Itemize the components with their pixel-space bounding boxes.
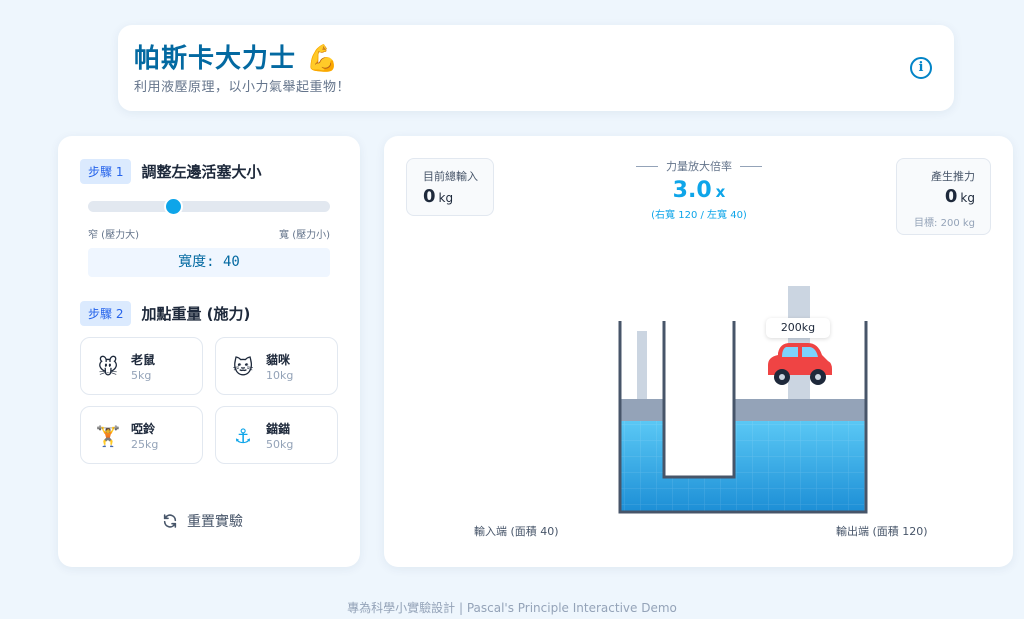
piston-width-slider[interactable]	[88, 199, 330, 214]
weight-mass: 25kg	[131, 438, 159, 451]
reset-button[interactable]: 重置實驗	[162, 511, 243, 531]
simulation-panel: 目前總輸入 0 kg 力量放大倍率 3.0 x (右寬 120 / 左寬 40) 產…	[384, 136, 1013, 567]
step1-title: 調整左邊活塞大小	[141, 163, 262, 181]
cat-icon: 🐱	[232, 355, 254, 379]
car-icon	[768, 343, 832, 385]
weight-name: 錨錨	[266, 422, 291, 436]
output-piston	[735, 399, 865, 421]
slider-min-label: 窄 (壓力大)	[88, 230, 139, 241]
mouse-icon: 🐭	[97, 355, 119, 379]
header-card: 帕斯卡大力士 💪 利用液壓原理，以小力氣舉起重物！ i	[118, 25, 954, 111]
footer: 專為科學小實驗設計 | Pascal's Principle Interacti…	[347, 601, 677, 615]
add-mouse-button[interactable]: 🐭 老鼠 5kg	[80, 337, 203, 395]
slider-max-label: 寬 (壓力小)	[279, 230, 330, 241]
car-weight-label: 200kg	[766, 318, 830, 338]
reset-label: 重置實驗	[187, 514, 243, 530]
page-subtitle: 利用液壓原理，以小力氣舉起重物！	[134, 80, 351, 95]
add-dumbbell-button[interactable]: 🏋️ 啞鈴 25kg	[80, 406, 203, 464]
anchor-icon: ⚓	[234, 424, 252, 448]
weight-name: 貓咪	[266, 353, 291, 367]
step2-header: 步驟 2 加點重量 (施力)	[80, 301, 250, 326]
input-tank-label: 輸入端 (面積 40)	[474, 525, 559, 538]
refresh-icon	[163, 514, 177, 528]
add-cat-button[interactable]: 🐱 貓咪 10kg	[215, 337, 338, 395]
add-anchor-button[interactable]: ⚓ 錨錨 50kg	[215, 406, 338, 464]
input-piston	[621, 399, 663, 421]
info-circle-icon[interactable]: i	[910, 57, 932, 79]
output-tank-label: 輸出端 (面積 120)	[836, 525, 928, 538]
weight-mass: 50kg	[266, 438, 294, 451]
slider-thumb[interactable]	[165, 199, 181, 214]
width-display: 寬度: 40	[88, 248, 330, 277]
step1-badge: 步驟 1	[80, 159, 132, 184]
weight-mass: 10kg	[266, 369, 294, 382]
control-panel: 步驟 1 調整左邊活塞大小 窄 (壓力大) 寬 (壓力小) 寬度: 40 步驟 …	[58, 136, 360, 567]
weight-name: 啞鈴	[131, 422, 156, 436]
step2-badge: 步驟 2	[80, 301, 132, 326]
page-title: 帕斯卡大力士 💪	[134, 44, 340, 74]
hydraulic-tank	[618, 286, 868, 514]
weight-name: 老鼠	[131, 353, 156, 367]
step1-header: 步驟 1 調整左邊活塞大小	[80, 159, 261, 184]
dumbbell-icon: 🏋️	[95, 424, 121, 448]
input-piston-rod	[637, 331, 647, 399]
weight-mass: 5kg	[131, 369, 152, 382]
step2-title: 加點重量 (施力)	[141, 305, 251, 323]
